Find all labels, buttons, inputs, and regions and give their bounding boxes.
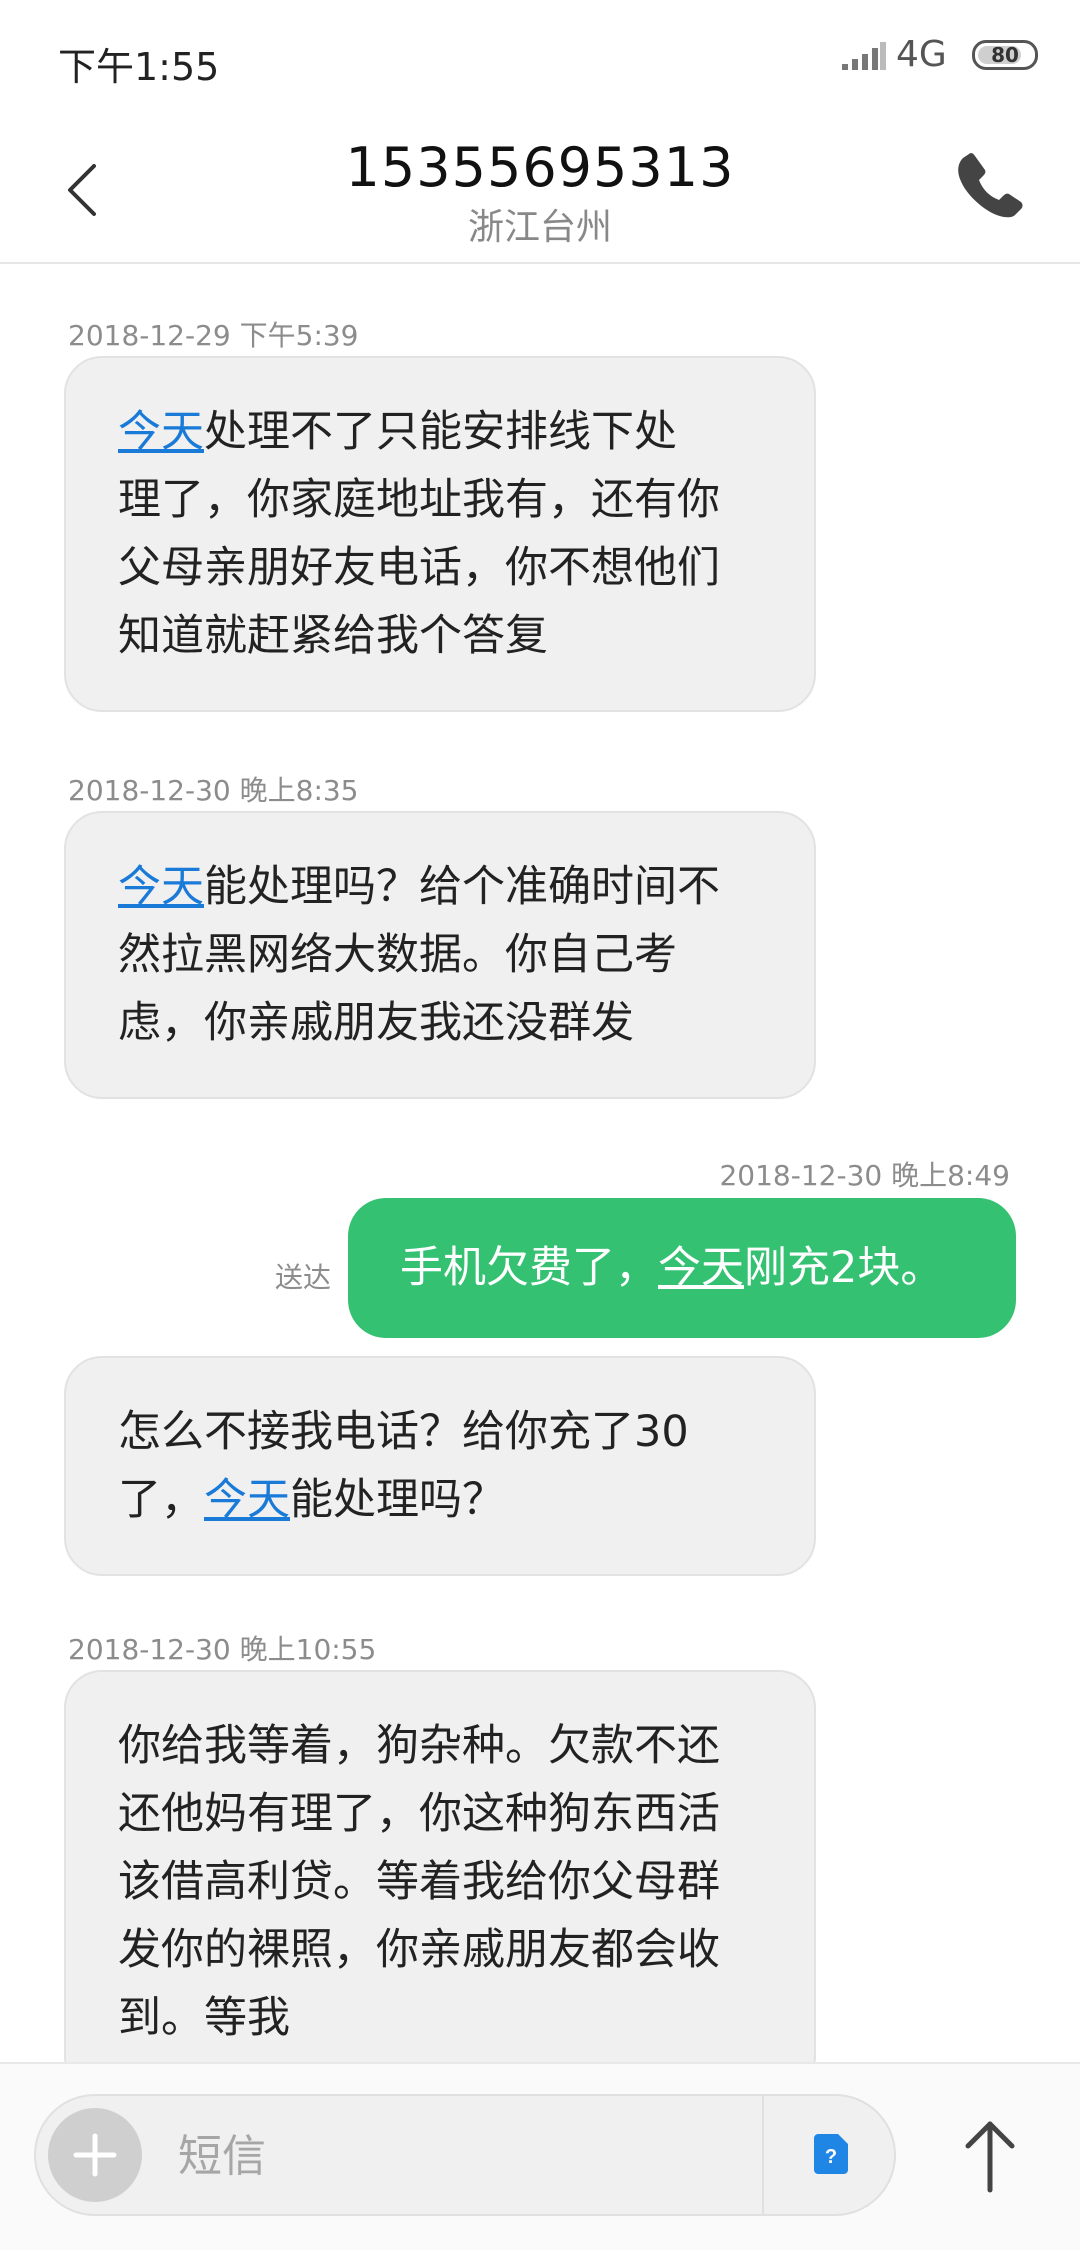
conversation-header: 15355695313 浙江台州: [0, 110, 1080, 264]
message-line: 今天处理不了只能安排线下处: [118, 398, 762, 466]
date-link[interactable]: 今天: [118, 862, 204, 912]
message-text: 处理不了只能安排线下处: [204, 407, 677, 457]
message-line: 还他妈有理了，你这种狗东西活: [118, 1789, 720, 1839]
divider: [762, 2096, 764, 2214]
battery-icon: 80: [972, 40, 1038, 70]
message-line: 你给我等着，狗杂种。欠款不还: [118, 1721, 720, 1771]
message-text: 能处理吗？: [290, 1475, 505, 1525]
message-list[interactable]: 2018-12-29 下午5:39 今天处理不了只能安排线下处 理了，你家庭地址…: [0, 264, 1080, 2062]
status-bar: 下午1:55 4G 80: [0, 0, 1080, 110]
received-message[interactable]: 今天处理不了只能安排线下处 理了，你家庭地址我有，还有你 父母亲朋好友电话，你不…: [64, 356, 816, 712]
network-type: 4G: [896, 34, 947, 75]
message-line: 虑，你亲戚朋友我还没群发: [118, 998, 634, 1048]
message-line: 怎么不接我电话？给你充了30: [118, 1407, 689, 1457]
message-input[interactable]: 短信: [178, 2120, 266, 2184]
message-text: 能处理吗？给个准确时间不: [204, 862, 720, 912]
battery-value: 80: [991, 43, 1019, 67]
message-line: 然拉黑网络大数据。你自己考: [118, 930, 677, 980]
timestamp: 2018-12-30 晚上8:49: [719, 1159, 1010, 1192]
contact-number: 15355695313: [345, 136, 735, 199]
compose-field: 短信 ?: [34, 2094, 896, 2216]
contact-region: 浙江台州: [467, 207, 612, 248]
message-line: 了，今天能处理吗？: [118, 1466, 762, 1534]
date-link[interactable]: 今天: [658, 1243, 744, 1293]
add-attachment-button[interactable]: [48, 2108, 142, 2202]
message-line: 父母亲朋好友电话，你不想他们: [118, 543, 720, 593]
message-line: 发你的裸照，你亲戚朋友都会收: [118, 1925, 720, 1975]
signal-icon: [842, 42, 886, 70]
received-message[interactable]: 你给我等着，狗杂种。欠款不还 还他妈有理了，你这种狗东西活 该借高利贷。等着我给…: [64, 1670, 816, 2062]
sent-message[interactable]: 手机欠费了，今天刚充2块。: [348, 1198, 1016, 1338]
message-line: 到。等我: [118, 1993, 290, 2043]
delivery-status: 送达: [275, 1261, 332, 1294]
message-line: 知道就赶紧给我个答复: [118, 611, 548, 661]
compose-bar: 短信 ?: [0, 2062, 1080, 2250]
timestamp: 2018-12-30 晚上10:55: [68, 1633, 377, 1666]
date-link[interactable]: 今天: [118, 407, 204, 457]
message-text: 刚充2块。: [744, 1243, 944, 1293]
message-line: 该借高利贷。等着我给你父母群: [118, 1857, 720, 1907]
message-line: 今天能处理吗？给个准确时间不: [118, 853, 762, 921]
status-time: 下午1:55: [58, 45, 220, 89]
date-link[interactable]: 今天: [204, 1475, 290, 1525]
phone-icon[interactable]: [955, 150, 1025, 220]
plus-icon: [73, 2133, 117, 2177]
timestamp: 2018-12-29 下午5:39: [68, 319, 359, 352]
message-text: 了，: [118, 1475, 204, 1525]
arrow-up-icon[interactable]: [960, 2116, 1020, 2196]
received-message[interactable]: 怎么不接我电话？给你充了30 了，今天能处理吗？: [64, 1356, 816, 1576]
message-text: 手机欠费了，: [400, 1243, 658, 1293]
message-line: 理了，你家庭地址我有，还有你: [118, 475, 720, 525]
timestamp: 2018-12-30 晚上8:35: [68, 774, 359, 807]
svg-text:?: ?: [825, 2146, 837, 2168]
received-message[interactable]: 今天能处理吗？给个准确时间不 然拉黑网络大数据。你自己考 虑，你亲戚朋友我还没群…: [64, 811, 816, 1099]
sim-card-icon[interactable]: ?: [814, 2134, 848, 2174]
